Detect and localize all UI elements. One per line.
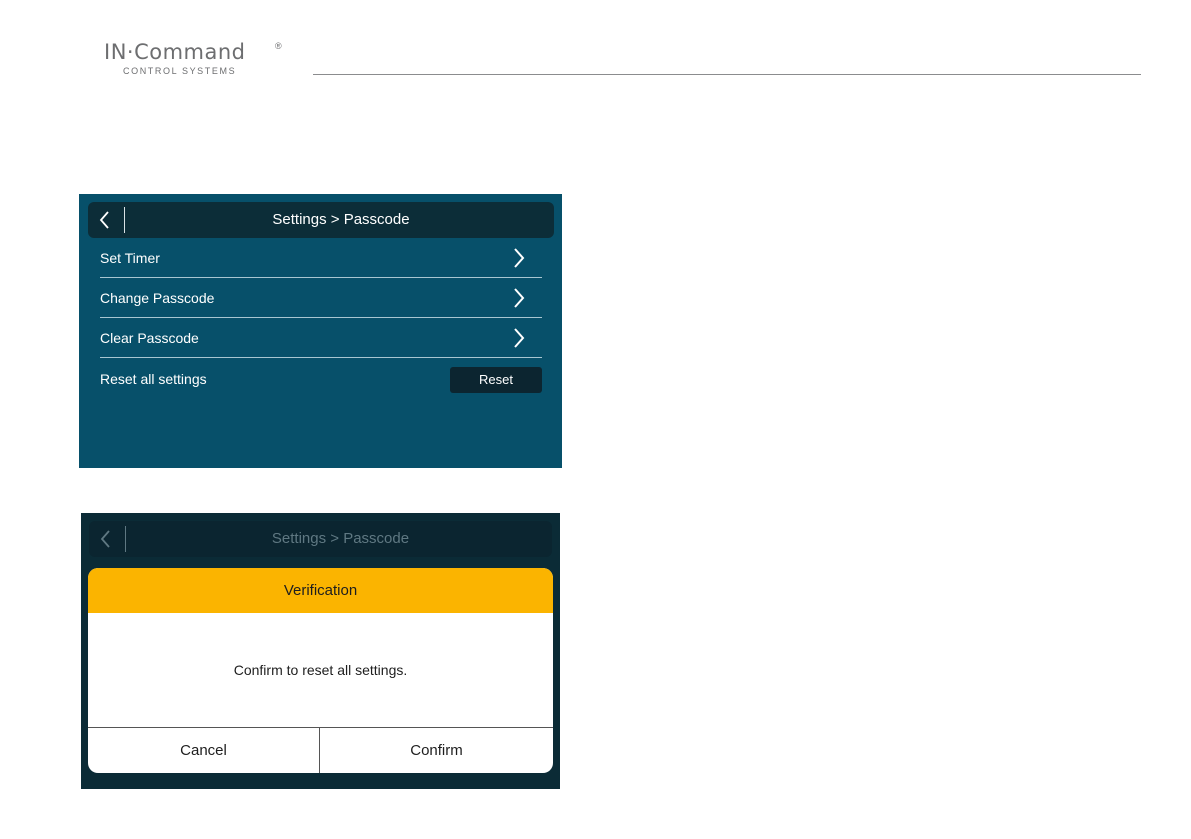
in-command-logo: IN·Command ® CONTROL SYSTEMS [104, 40, 304, 80]
title-bar: Settings > Passcode [89, 521, 552, 557]
reset-verification-screen: Settings > Passcode Verification Confirm… [81, 513, 560, 789]
dialog-message: Confirm to reset all settings. [233, 662, 408, 678]
title-bar-divider [125, 526, 126, 552]
row-divider [100, 357, 542, 358]
registered-mark: ® [275, 41, 282, 51]
passcode-settings-screen: Settings > Passcode Set Timer Change Pas… [79, 194, 562, 468]
verification-dialog: Verification Confirm to reset all settin… [88, 568, 553, 773]
dialog-title: Verification [88, 568, 553, 613]
title-bar-divider [124, 207, 125, 233]
chevron-left-icon [99, 529, 113, 549]
page-title: Settings > Passcode [272, 211, 410, 228]
menu-item-clear-passcode[interactable]: Clear Passcode [100, 318, 542, 358]
page-title: Settings > Passcode [271, 530, 410, 547]
chevron-left-icon[interactable] [98, 210, 112, 230]
menu-item-reset-all-settings: Reset all settings Reset [100, 359, 542, 399]
logo-wordmark: IN·Command [104, 40, 246, 64]
menu-item-label: Set Timer [100, 250, 160, 266]
reset-button[interactable]: Reset [450, 367, 542, 393]
menu-item-label: Reset all settings [100, 371, 207, 387]
chevron-right-icon [512, 247, 526, 269]
logo-tagline: CONTROL SYSTEMS [123, 66, 237, 76]
menu-item-change-passcode[interactable]: Change Passcode [100, 278, 542, 318]
chevron-right-icon [512, 287, 526, 309]
chevron-right-icon [512, 327, 526, 349]
menu-item-label: Change Passcode [100, 290, 215, 306]
menu-item-set-timer[interactable]: Set Timer [100, 238, 542, 278]
confirm-button[interactable]: Confirm [320, 728, 553, 773]
cancel-button[interactable]: Cancel [88, 728, 319, 773]
header-divider [313, 74, 1141, 75]
menu-item-label: Clear Passcode [100, 330, 199, 346]
title-bar: Settings > Passcode [88, 202, 554, 238]
